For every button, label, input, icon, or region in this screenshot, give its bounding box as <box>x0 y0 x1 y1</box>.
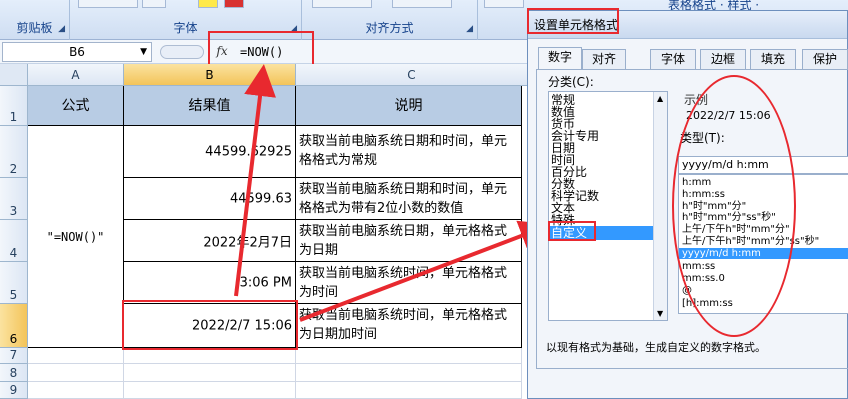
scroll-up-icon[interactable]: ▲ <box>657 94 663 103</box>
highlight-format-oval <box>672 75 796 337</box>
highlight-dialog-title <box>527 8 619 34</box>
tab-font[interactable]: 字体 <box>650 49 696 69</box>
category-list[interactable]: 常规 数值 货币 会计专用 日期 时间 百分比 分数 科学记数 文本 特殊 自定… <box>548 91 668 321</box>
scroll-down-icon[interactable]: ▼ <box>657 309 663 318</box>
arrow-to-formula <box>234 64 276 297</box>
tab-border[interactable]: 边框 <box>700 49 746 69</box>
tab-number[interactable]: 数字 <box>538 47 582 70</box>
tab-alignment[interactable]: 对齐 <box>582 49 626 69</box>
tab-fill[interactable]: 填充 <box>750 49 796 69</box>
category-label: 分类(C): <box>548 75 594 89</box>
arrow-to-custom <box>299 220 552 322</box>
footer-hint: 以现有格式为基础，生成自定义的数字格式。 <box>546 341 766 354</box>
format-cells-dialog: 设置单元格格式 数字 对齐 字体 边框 填充 保护 分类(C): 常规 数值 货… <box>527 10 848 399</box>
category-scrollbar[interactable]: ▲ ▼ <box>653 92 667 320</box>
tab-protection[interactable]: 保护 <box>802 49 848 69</box>
highlight-custom-category <box>548 221 596 241</box>
